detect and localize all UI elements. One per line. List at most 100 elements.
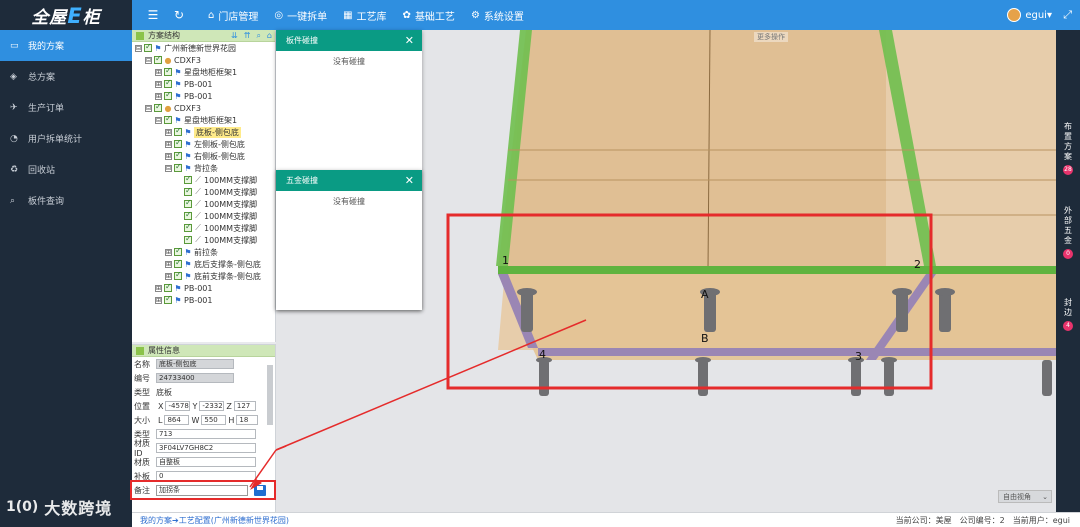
expand-toggle-icon[interactable]: ⊞ [165, 248, 172, 256]
fullscreen-icon[interactable]: ⤢ [1063, 8, 1072, 22]
tree-checkbox[interactable] [164, 114, 172, 124]
expand-toggle-icon[interactable]: ⊞ [165, 152, 172, 160]
sidebar-item-user-stats[interactable]: ◔ 用户拆单统计 [0, 123, 132, 154]
position-x-input[interactable]: -4578. [165, 401, 191, 411]
sidebar-item-production-orders[interactable]: ✈ 生产订单 [0, 92, 132, 123]
position-y-input[interactable]: -2332 [199, 401, 225, 411]
sidebar-item-board-search[interactable]: ⌕ 板件查询 [0, 185, 132, 216]
tree-row[interactable]: ⊞ ⚑左侧板-侧包底 [132, 138, 275, 150]
tree-checkbox[interactable] [174, 270, 182, 280]
tree-checkbox[interactable] [184, 210, 192, 220]
tree-row[interactable]: ⊞ ⚑底板-侧包底 [132, 126, 275, 138]
tree-row[interactable]: ⟋100MM支撑脚 [132, 174, 275, 186]
tree-checkbox[interactable] [154, 54, 162, 64]
collapse-toggle-icon[interactable]: ⊟ [165, 164, 172, 172]
tree-checkbox[interactable] [164, 294, 172, 304]
tree-row[interactable]: ⊞ ⚑前拉条 [132, 246, 275, 258]
view-mode-select[interactable]: 自由视角 ⌄ [998, 490, 1052, 503]
menu-icon[interactable]: ☰ [140, 8, 166, 22]
rail-item-edge-banding[interactable]: 封边 4 [1056, 298, 1080, 331]
expand-toggle-icon[interactable]: ⊞ [165, 140, 172, 148]
close-icon[interactable]: ✕ [405, 174, 414, 187]
tree-checkbox[interactable] [174, 162, 182, 172]
tree-row[interactable]: ⊟ ●CDXF3 [132, 102, 275, 114]
tree-checkbox[interactable] [174, 150, 182, 160]
nav-one-click-split[interactable]: ◎ 一键拆单 [274, 8, 327, 23]
remark-input[interactable]: 加拐条 [156, 484, 248, 496]
collapse-toggle-icon[interactable]: ⊟ [135, 44, 142, 52]
tree-row[interactable]: ⊞ ⚑底前支撑条-侧包底 [132, 270, 275, 282]
more-operations-button[interactable]: 更多操作 [754, 32, 788, 42]
tree-row[interactable]: ⟋100MM支撑脚 [132, 234, 275, 246]
tree-row[interactable]: ⊞ ⚑底后支撑条-侧包底 [132, 258, 275, 270]
tree-row[interactable]: ⊞ ⚑星盘地柜框架1 [132, 66, 275, 78]
tree-checkbox[interactable] [184, 174, 192, 184]
nav-store-management[interactable]: ⌂ 门店管理 [208, 8, 258, 23]
tree-checkbox[interactable] [144, 42, 152, 52]
prop-code-field[interactable]: 24733400 [156, 373, 234, 383]
tree-row[interactable]: ⊞ ⚑PB-001 [132, 90, 275, 102]
size-w-input[interactable]: 550 [201, 415, 227, 425]
rail-item-hardware[interactable]: 外部五金 0 [1056, 206, 1080, 259]
tree-checkbox[interactable] [164, 78, 172, 88]
tree-checkbox[interactable] [164, 90, 172, 100]
home-icon[interactable]: ⌂ [267, 31, 272, 41]
expand-toggle-icon[interactable]: ⊞ [165, 272, 172, 280]
nav-basic-craft[interactable]: ✿ 基础工艺 [403, 8, 455, 23]
nav-craft-library[interactable]: ▦ 工艺库 [343, 8, 386, 23]
nav-system-settings[interactable]: ⚙ 系统设置 [471, 8, 524, 23]
rail-item-layout[interactable]: 布置方案 28 [1056, 122, 1080, 175]
tree-checkbox[interactable] [164, 66, 172, 76]
tree-row[interactable]: ⟋100MM支撑脚 [132, 210, 275, 222]
expand-toggle-icon[interactable]: ⊞ [165, 128, 172, 136]
tree-checkbox[interactable] [184, 222, 192, 232]
tree-row[interactable]: ⊞ ⚑PB-001 [132, 282, 275, 294]
tree-row[interactable]: ⟋100MM支撑脚 [132, 186, 275, 198]
expand-toggle-icon[interactable]: ⊞ [155, 80, 162, 88]
tree-checkbox[interactable] [184, 186, 192, 196]
tree-checkbox[interactable] [174, 258, 182, 268]
prop-kind-field[interactable]: 713 [156, 429, 256, 439]
tree-row[interactable]: ⊞ ⚑右侧板-侧包底 [132, 150, 275, 162]
tree-checkbox[interactable] [184, 198, 192, 208]
property-scrollbar[interactable] [267, 365, 273, 425]
tree-row[interactable]: ⟋100MM支撑脚 [132, 222, 275, 234]
tree-row[interactable]: ⊞ ⚑PB-001 [132, 78, 275, 90]
prop-material-id-field[interactable]: 3F04LV7GH8C2 [156, 443, 256, 453]
tree-checkbox[interactable] [154, 102, 162, 112]
tree-row[interactable]: ⟋100MM支撑脚 [132, 198, 275, 210]
breadcrumb[interactable]: 我的方案➔工艺配置(广州新德新世界花园) [140, 515, 289, 526]
tree-checkbox[interactable] [174, 126, 182, 136]
expand-toggle-icon[interactable]: ⊞ [165, 260, 172, 268]
collapse-toggle-icon[interactable]: ⊟ [145, 104, 152, 112]
expand-toggle-icon[interactable]: ⊞ [155, 284, 162, 292]
tree-row[interactable]: ⊟ ⚑星盘地柜框架1 [132, 114, 275, 126]
user-menu[interactable]: egui ▾ [1007, 0, 1052, 30]
tree-checkbox[interactable] [164, 282, 172, 292]
expand-toggle-icon[interactable]: ⊞ [155, 68, 162, 76]
prop-name-field[interactable]: 底板-侧包底 [156, 359, 234, 369]
tree-row[interactable]: ⊟ ⚑广州新德新世界花园 [132, 42, 275, 54]
sidebar-item-my-plans[interactable]: ▭ 我的方案 [0, 30, 132, 61]
search-icon[interactable]: ⌕ [256, 31, 260, 41]
tree-checkbox[interactable] [184, 234, 192, 244]
sidebar-item-recycle-bin[interactable]: ♻ 回收站 [0, 154, 132, 185]
tree-checkbox[interactable] [174, 246, 182, 256]
size-l-input[interactable]: 864 [164, 415, 190, 425]
tree-row[interactable]: ⊟ ⚑背拉条 [132, 162, 275, 174]
close-icon[interactable]: ✕ [405, 34, 414, 47]
collapse-toggle-icon[interactable]: ⊟ [155, 116, 162, 124]
expand-toggle-icon[interactable]: ⊞ [155, 92, 162, 100]
sidebar-item-all-plans[interactable]: ◈ 总方案 [0, 61, 132, 92]
size-h-input[interactable]: 18 [236, 415, 259, 425]
prop-material-field[interactable]: 自整板 [156, 457, 256, 467]
save-icon[interactable] [254, 484, 266, 496]
collapse-all-icon[interactable]: ⇈ [244, 31, 251, 41]
refresh-icon[interactable]: ↻ [166, 8, 192, 22]
tree-row[interactable]: ⊞ ⚑PB-001 [132, 294, 275, 306]
collapse-toggle-icon[interactable]: ⊟ [145, 56, 152, 64]
expand-all-icon[interactable]: ⇊ [231, 31, 238, 41]
expand-toggle-icon[interactable]: ⊞ [155, 296, 162, 304]
tree-row[interactable]: ⊟ ●CDXF3 [132, 54, 275, 66]
position-z-input[interactable]: 127 [233, 401, 256, 411]
